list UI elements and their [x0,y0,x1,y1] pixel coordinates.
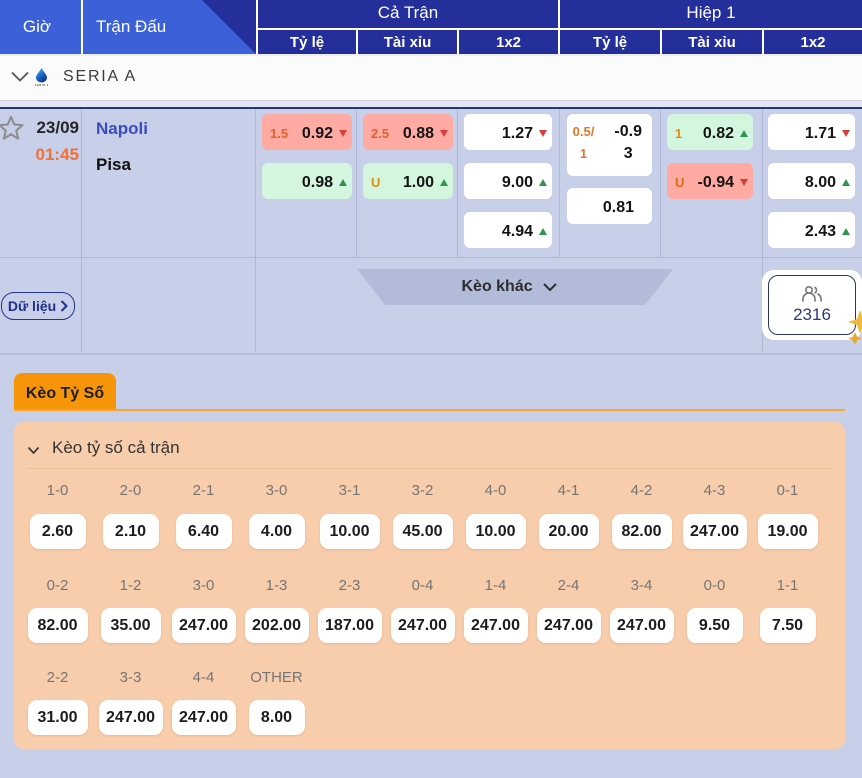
svg-text:S E R I E A: S E R I E A [35,83,48,87]
